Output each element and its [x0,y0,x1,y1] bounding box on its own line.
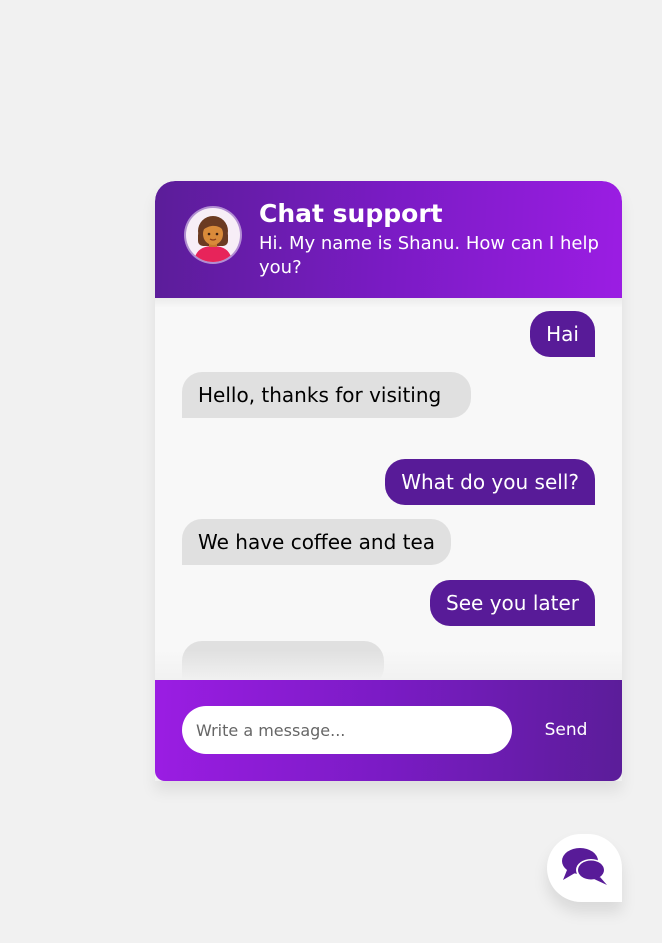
chat-footer: Send [155,680,622,781]
message-operator: See you later [430,580,595,626]
avatar [186,208,240,262]
send-button[interactable]: Send [535,713,597,747]
chatbox: Chat support Hi. My name is Shanu. How c… [155,181,622,781]
message-operator: Hai [530,311,595,357]
message-visitor: We have coffee and tea [182,519,452,565]
woman-avatar-icon [194,216,232,262]
message-list[interactable]: Hai Hello, thanks for visiting What do y… [155,298,622,680]
chat-bubbles-icon [562,848,607,885]
chat-launcher-button[interactable] [547,834,622,902]
chat-header: Chat support Hi. My name is Shanu. How c… [155,181,622,298]
chat-title: Chat support [259,199,443,228]
message-visitor [182,641,384,680]
chat-subtitle: Hi. My name is Shanu. How can I help you… [259,233,599,278]
message-input[interactable] [182,706,512,754]
message-operator: What do you sell? [385,459,595,505]
message-visitor: Hello, thanks for visiting [182,372,471,418]
